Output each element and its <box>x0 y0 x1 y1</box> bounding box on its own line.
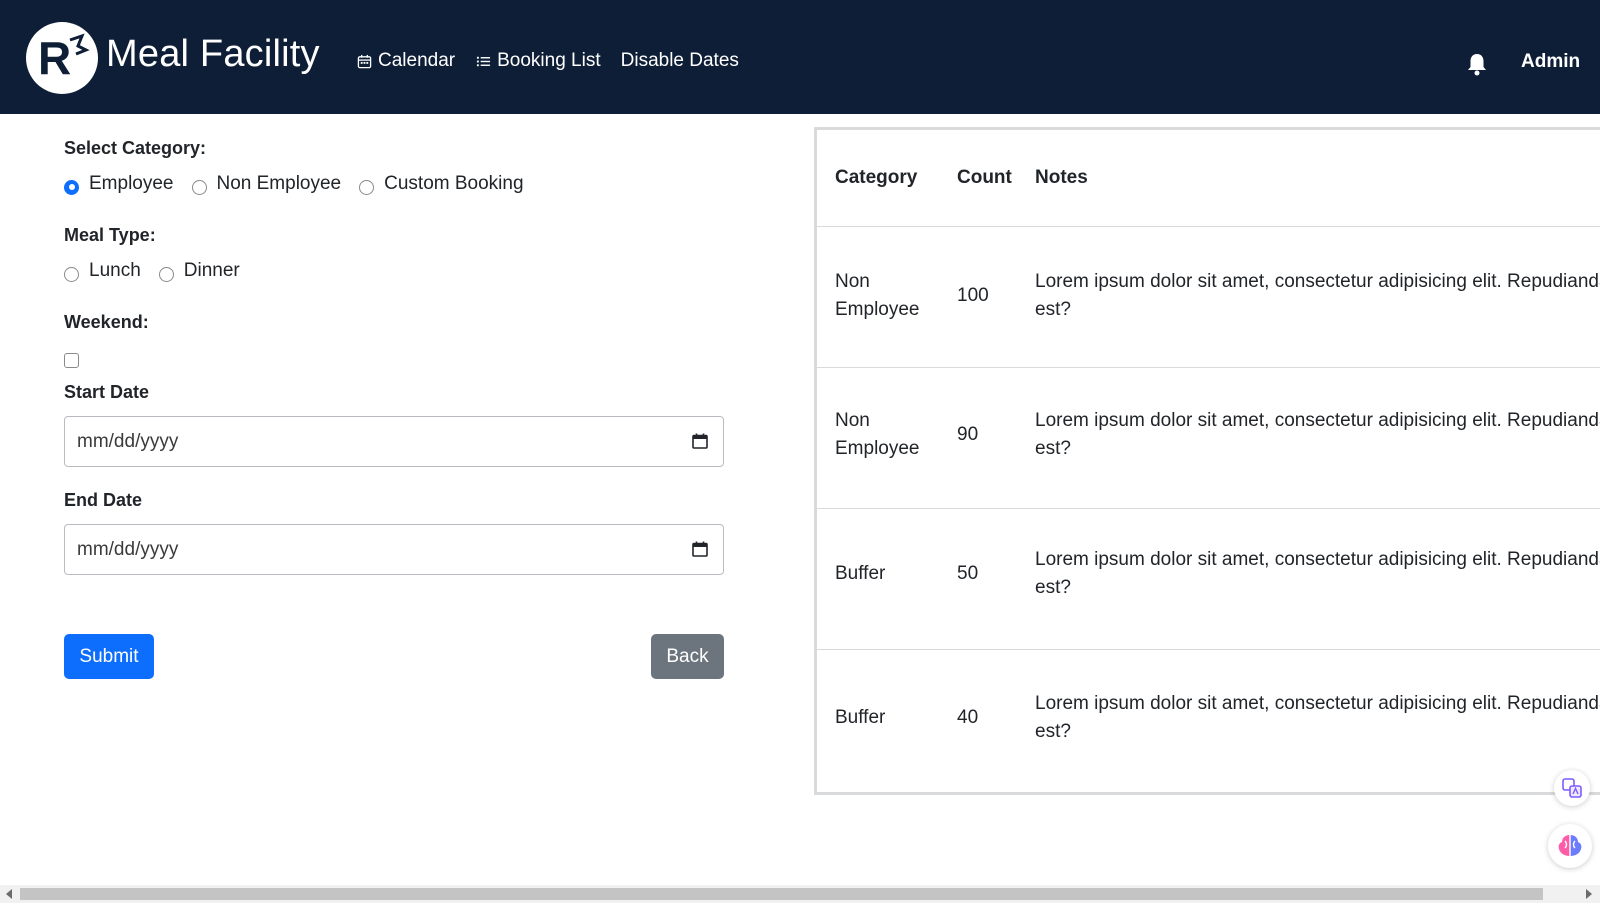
non-employee-label: Non Employee <box>216 173 342 194</box>
nav-disable-dates-link[interactable]: Disable Dates <box>621 50 739 72</box>
row-notes: Lorem ipsum dolor sit amet, consectetur … <box>1035 693 1600 742</box>
start-date-value: mm/dd/yyyy <box>77 430 179 452</box>
row-category: Non Employee <box>835 271 920 320</box>
table-row: Non Employee 100 Lorem ipsum dolor sit am… <box>817 227 1600 368</box>
table-row: Buffer 50 Lorem ipsum dolor sit amet, co… <box>817 509 1600 650</box>
lunch-label: Lunch <box>89 260 141 281</box>
translate-widget-button[interactable] <box>1554 770 1590 806</box>
nav-calendar-link[interactable]: Calendar <box>356 50 455 72</box>
custom-booking-radio[interactable] <box>359 179 375 195</box>
weekend-label: Weekend: <box>64 312 149 332</box>
meal-type-label: Meal Type: <box>64 225 156 245</box>
nav-calendar-label: Calendar <box>378 50 456 71</box>
header-count: Count <box>957 167 1012 188</box>
row-category: Non Employee <box>835 410 920 459</box>
table-header: Category Count Notes <box>817 130 1600 227</box>
meal-lunch-option[interactable]: Lunch <box>64 260 141 282</box>
list-icon <box>475 53 491 69</box>
end-date-label: End Date <box>64 490 143 510</box>
row-count: 90 <box>957 424 979 445</box>
logo-icon: R <box>38 32 90 84</box>
bell-icon[interactable] <box>1466 52 1488 76</box>
meal-dinner-option[interactable]: Dinner <box>158 260 240 282</box>
calendar-icon <box>356 53 372 69</box>
brand-title[interactable]: Meal Facility <box>106 33 320 76</box>
svg-text:R: R <box>38 32 71 84</box>
scroll-right-arrow[interactable] <box>1586 889 1592 899</box>
end-date-value: mm/dd/yyyy <box>77 538 179 560</box>
row-count: 40 <box>957 707 979 728</box>
category-non-employee-option[interactable]: Non Employee <box>191 173 342 195</box>
calendar-picker-icon[interactable] <box>691 432 709 450</box>
nav-booking-list-link[interactable]: Booking List <box>475 50 601 72</box>
scrollbar-thumb[interactable] <box>20 888 1543 900</box>
header-category: Category <box>835 167 918 188</box>
top-navbar: R Meal Facility Calendar Booking List Di… <box>0 0 1600 114</box>
logo[interactable]: R <box>26 22 98 94</box>
calendar-picker-icon[interactable] <box>691 540 709 558</box>
row-category: Buffer <box>835 563 886 584</box>
row-notes: Lorem ipsum dolor sit amet, consectetur … <box>1035 271 1600 320</box>
table-row: Non Employee 90 Lorem ipsum dolor sit ame… <box>817 368 1600 509</box>
employee-radio[interactable] <box>64 179 79 195</box>
category-radio-group: Employee Non Employee Custom Booking <box>64 173 724 195</box>
weekend-checkbox[interactable] <box>64 353 79 368</box>
start-date-label: Start Date <box>64 382 150 402</box>
dinner-radio[interactable] <box>158 266 174 282</box>
row-notes: Lorem ipsum dolor sit amet, consectetur … <box>1035 410 1600 459</box>
nav-disable-dates-label: Disable Dates <box>620 50 739 71</box>
scroll-left-arrow[interactable] <box>6 889 12 899</box>
row-count: 50 <box>957 563 979 584</box>
end-date-input[interactable]: mm/dd/yyyy <box>64 524 724 575</box>
ai-assistant-button[interactable] <box>1548 824 1592 868</box>
row-category: Buffer <box>835 707 886 728</box>
brain-icon <box>1558 835 1582 856</box>
dinner-label: Dinner <box>183 260 240 281</box>
category-custom-booking-option[interactable]: Custom Booking <box>359 173 524 195</box>
back-button[interactable]: Back <box>651 634 724 679</box>
row-count: 100 <box>957 285 989 306</box>
employee-label: Employee <box>89 173 174 194</box>
row-notes: Lorem ipsum dolor sit amet, consectetur … <box>1035 549 1600 598</box>
bookings-table: Category Count Notes Non Employee 100 Lor… <box>814 127 1600 795</box>
booking-form: Select Category: Employee Non Employee C… <box>64 138 724 679</box>
start-date-input[interactable]: mm/dd/yyyy <box>64 416 724 467</box>
nav-links: Calendar Booking List Disable Dates <box>356 50 739 72</box>
header-notes: Notes <box>1035 167 1088 188</box>
custom-booking-label: Custom Booking <box>384 173 524 194</box>
lunch-radio[interactable] <box>64 266 79 282</box>
table-row: Buffer 40 Lorem ipsum dolor sit amet, co… <box>817 650 1600 791</box>
category-employee-option[interactable]: Employee <box>64 173 174 195</box>
meal-radio-group: Lunch Dinner <box>64 260 724 282</box>
translate-icon <box>1562 778 1582 798</box>
admin-user-menu[interactable]: Admin <box>1521 51 1580 73</box>
non-employee-radio[interactable] <box>191 179 207 195</box>
horizontal-scrollbar[interactable] <box>0 885 1600 903</box>
category-label: Select Category: <box>64 138 207 158</box>
submit-button[interactable]: Submit <box>64 634 154 679</box>
nav-booking-list-label: Booking List <box>497 50 601 71</box>
